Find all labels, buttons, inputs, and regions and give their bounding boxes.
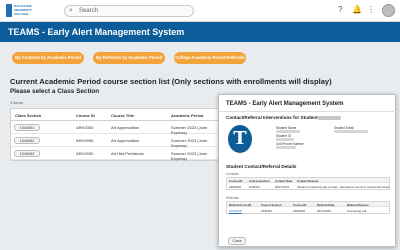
page-banner: TEAMS - Early Alert Management System (0, 22, 400, 42)
column-header: Referral Form ID (229, 203, 251, 207)
table-row: 1040062 ARH2050 Art Appreciation Summer … (11, 134, 224, 148)
contacts-label: Contacts (226, 172, 239, 176)
table-row: 1040061 ARH2050 Art Appreciation Summer … (11, 121, 224, 135)
top-bar: DALHOUSIE UNIVERSITY COLLEGE ⌕ Search ? … (0, 0, 400, 22)
academic-period: Summer 2023 (June Express) (171, 151, 208, 161)
class-section-button[interactable]: 1040061 (14, 124, 40, 131)
bell-icon[interactable]: 🔔 (352, 5, 362, 14)
university-logo[interactable]: DALHOUSIE UNIVERSITY COLLEGE (6, 3, 34, 19)
college-referrals-button[interactable]: College Academic Period Referrals (174, 52, 246, 64)
redacted-student-name (317, 116, 341, 120)
redacted-value (276, 138, 294, 141)
my-referrals-button[interactable]: My Referrals by Academic Period (93, 52, 165, 64)
course-title: Art Appreciation (111, 138, 140, 143)
contact-course-id: ARH2050 (229, 185, 242, 189)
logo-mark (6, 4, 12, 17)
redacted-value (334, 130, 368, 133)
course-id: ARH2050 (76, 151, 94, 156)
contact-reason: Student consistently late to class - att… (297, 185, 389, 189)
dialog-title: TEAMS - Early Alert Management System (226, 101, 344, 107)
close-button[interactable]: Close (228, 237, 246, 245)
referrals-label: Referrals (226, 196, 239, 200)
referrals-table: Referral Form ID Course Section Course I… (226, 201, 390, 214)
items-count: 3 items (10, 100, 23, 105)
column-header: Course ID (229, 179, 243, 183)
course-title: Art Appreciation (111, 125, 140, 130)
details-heading: Student Contact/Referral Details (226, 164, 297, 169)
grid-icon[interactable]: ⋮ (367, 5, 375, 14)
referral-course-id: ARH2050 (293, 209, 306, 213)
course-id: ARH2050 (76, 125, 94, 130)
table-header: Course ID Course Section Contact Date Co… (227, 178, 389, 183)
page-title: TEAMS - Early Alert Management System (8, 27, 185, 37)
table-header: Referral Form ID Course Section Course I… (227, 202, 389, 207)
column-header: Referral Date (317, 203, 335, 207)
contact-section: 1040061 (249, 185, 260, 189)
search-icon: ⌕ (69, 7, 73, 14)
section-heading: Current Academic Period course section l… (10, 77, 332, 86)
column-header: Course Section (261, 203, 282, 207)
table-row: 1040063 ARH2050 Art Hist Prehistoric Sum… (11, 147, 224, 161)
divider (219, 111, 397, 112)
student-interventions-dialog: TEAMS - Early Alert Management System Co… (218, 94, 397, 247)
redacted-value (276, 130, 300, 133)
my-contacts-button[interactable]: My Contacts by Academic Period (12, 52, 84, 64)
column-header[interactable]: Course Title (111, 113, 134, 118)
column-header[interactable]: Course ID (76, 113, 95, 118)
course-id: ARH2050 (76, 138, 94, 143)
column-header: Course ID (293, 203, 307, 207)
referral-reason: Counseling Lab (347, 209, 367, 213)
course-title: Art Hist Prehistoric (111, 151, 145, 156)
contact-date: 06/27/2023 (275, 185, 289, 189)
column-header[interactable]: Academic Period (171, 113, 203, 118)
table-row: ARH2050 1040061 06/27/2023 Student consi… (227, 184, 389, 190)
class-section-button[interactable]: 1040062 (14, 137, 40, 144)
seal-letter: T (233, 128, 247, 149)
referral-form-link[interactable]: 1040061P (229, 209, 242, 213)
class-section-button[interactable]: 1040063 (14, 150, 40, 157)
logo-text: DALHOUSIE UNIVERSITY COLLEGE (14, 4, 32, 16)
table-row: 1040061P 1040061 ARH2050 06/27/2023 Coun… (227, 208, 389, 214)
column-header: Course Section (249, 179, 270, 183)
avatar[interactable] (382, 4, 395, 17)
help-icon[interactable]: ? (338, 5, 342, 14)
college-seal-logo: T (228, 125, 252, 153)
column-header[interactable]: Class Section (15, 113, 41, 118)
column-header: Referral Reason (347, 203, 369, 207)
column-header: Contact Reason (297, 179, 319, 183)
referral-date: 06/27/2023 (317, 209, 331, 213)
referral-section: 1040061 (261, 209, 272, 213)
redacted-value (276, 146, 296, 149)
column-header: Contact Date (275, 179, 293, 183)
table-header: Class Section Course ID Course Title Aca… (11, 109, 224, 121)
contacts-table: Course ID Course Section Contact Date Co… (226, 177, 390, 190)
dialog-subtitle: Contact/Referral Interventions for Stude… (226, 115, 318, 120)
search-input[interactable]: ⌕ Search (64, 5, 194, 17)
search-placeholder: Search (79, 8, 99, 14)
class-section-table: Class Section Course ID Course Title Aca… (10, 108, 225, 161)
section-subheading: Please select a Class Section (10, 88, 100, 95)
